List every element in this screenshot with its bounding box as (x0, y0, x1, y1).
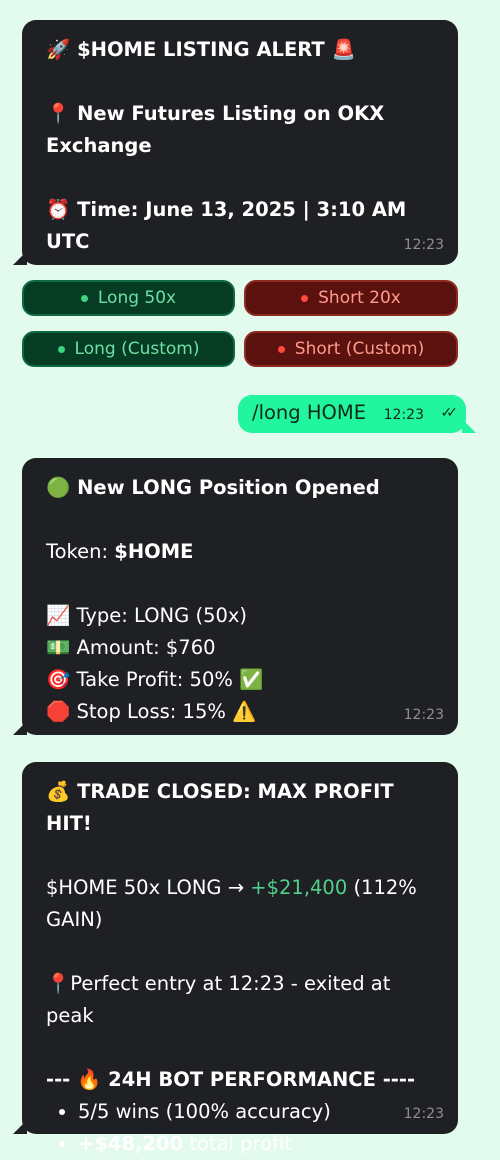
warning-icon: ⚠️ (232, 700, 257, 723)
outgoing-command-message: /long HOME 12:23 ✓✓ (238, 395, 476, 433)
chart-up-icon: 📈 (46, 604, 71, 627)
red-dot-icon (277, 345, 285, 353)
bubble-tail (462, 419, 476, 433)
alert-title: $HOME LISTING ALERT (77, 38, 325, 61)
double-check-icon: ✓✓ (440, 405, 459, 421)
stop-sign-icon: 🛑 (46, 700, 71, 723)
alert-title-line: 🚀 $HOME LISTING ALERT 🚨 (46, 34, 434, 66)
position-opened-message: 🟢 New LONG Position Opened Token: $HOME … (13, 458, 458, 735)
performance-header: --- 🔥 24H BOT PERFORMANCE ---- (46, 1068, 416, 1091)
message-timestamp: 12:23 (383, 407, 424, 423)
dollar-bill-icon: 💵 (46, 636, 71, 659)
amount-line: 💵 Amount: $760 (46, 636, 216, 659)
alarm-clock-icon: ⏰ (46, 198, 71, 221)
message-timestamp: 12:23 (403, 1106, 444, 1122)
short-20x-button[interactable]: Short 20x (244, 280, 458, 316)
token-line: Token: $HOME (46, 540, 194, 563)
performance-list: 5/5 wins (100% accuracy) +$48,200 total … (46, 1096, 434, 1160)
pin-icon: 📍 (46, 972, 71, 995)
money-bag-icon: 💰 (46, 780, 71, 803)
list-item: 5/5 wins (100% accuracy) (78, 1096, 434, 1128)
red-dot-icon (301, 294, 309, 302)
command-text: /long HOME (252, 401, 367, 424)
pin-icon: 📍 (46, 102, 71, 125)
long-custom-button[interactable]: Long (Custom) (22, 331, 235, 367)
stop-loss-line: 🛑 Stop Loss: 15% ⚠️ (46, 700, 257, 723)
listing-text: New Futures Listing on OKX Exchange (46, 102, 385, 157)
rocket-icon: 🚀 (46, 38, 71, 61)
token-value: $HOME (114, 540, 194, 563)
green-circle-icon: 🟢 (46, 476, 71, 499)
entry-line: 📍Perfect entry at 12:23 - exited at peak (46, 972, 391, 1027)
type-line: 📈 Type: LONG (50x) (46, 604, 248, 627)
message-timestamp: 12:23 (403, 707, 444, 723)
result-line: $HOME 50x LONG → +$21,400 (112% GAIN) (46, 876, 417, 931)
take-profit-line: 🎯 Take Profit: 50% ✅ (46, 668, 264, 691)
siren-icon: 🚨 (331, 38, 356, 61)
position-header: 🟢 New LONG Position Opened (46, 476, 380, 499)
fire-icon: 🔥 (77, 1068, 102, 1091)
target-icon: 🎯 (46, 668, 71, 691)
message-timestamp: 12:23 (403, 237, 444, 253)
listing-time: Time: June 13, 2025 | 3:10 AM UTC (46, 198, 407, 253)
bubble-tail (13, 1120, 27, 1134)
closed-header: 💰 TRADE CLOSED: MAX PROFIT HIT! (46, 780, 394, 835)
long-50x-button[interactable]: Long 50x (22, 280, 235, 316)
profit-value: +$21,400 (250, 876, 348, 899)
listing-line: 📍 New Futures Listing on OKX Exchange (46, 98, 434, 162)
bubble-tail (13, 721, 27, 735)
short-custom-button[interactable]: Short (Custom) (244, 331, 458, 367)
trade-closed-message: 💰 TRADE CLOSED: MAX PROFIT HIT! $HOME 50… (13, 762, 458, 1155)
green-dot-icon (57, 345, 65, 353)
listing-alert-message: 🚀 $HOME LISTING ALERT 🚨 📍 New Futures Li… (13, 20, 458, 265)
list-item: +$48,200 total profit (78, 1128, 434, 1160)
check-mark-icon: ✅ (239, 668, 264, 691)
time-line: ⏰ Time: June 13, 2025 | 3:10 AM UTC (46, 194, 434, 258)
green-dot-icon (80, 294, 88, 302)
bubble-tail (13, 251, 27, 265)
